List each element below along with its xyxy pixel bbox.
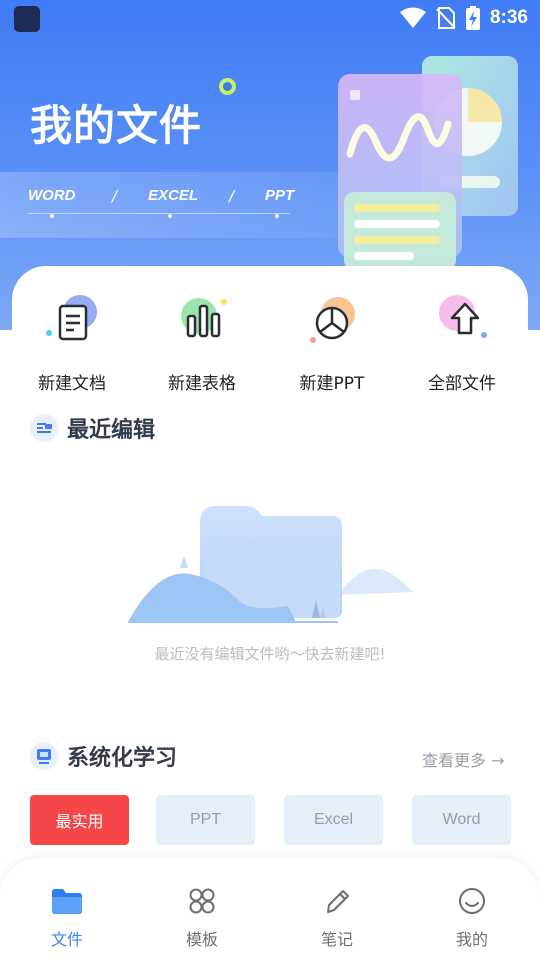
nav-me-label: 我的 bbox=[455, 930, 488, 949]
folder-icon bbox=[52, 889, 82, 914]
learning-section-title: 系统化学习 bbox=[67, 746, 178, 771]
empty-folder-illustration bbox=[128, 506, 413, 623]
decor-ring-icon bbox=[219, 78, 236, 95]
format-dot bbox=[50, 214, 54, 218]
bar-chart-icon bbox=[181, 298, 227, 338]
format-ppt: PPT bbox=[265, 187, 295, 204]
new-ppt-label: 新建PPT bbox=[299, 374, 365, 394]
new-document-label: 新建文档 bbox=[38, 374, 106, 394]
document-icon bbox=[46, 295, 97, 341]
tab-most-useful[interactable]: 最实用 bbox=[30, 795, 129, 845]
all-files-label: 全部文件 bbox=[428, 374, 496, 394]
tab-ppt[interactable]: PPT bbox=[156, 795, 255, 845]
tab-excel[interactable]: Excel bbox=[284, 795, 383, 845]
app-notification-icon bbox=[14, 6, 40, 32]
monitor-icon bbox=[30, 742, 58, 770]
documents-illustration bbox=[338, 56, 518, 270]
learning-section-header: 系统化学习 bbox=[30, 740, 290, 776]
bottom-nav: 文件 模板 笔记 我的 bbox=[0, 858, 540, 960]
new-spreadsheet-label: 新建表格 bbox=[168, 374, 236, 394]
status-indicators: 8:36 bbox=[399, 6, 528, 30]
new-ppt-button[interactable]: 新建PPT bbox=[272, 292, 392, 402]
wifi-icon bbox=[399, 7, 426, 28]
recent-section-title: 最近编辑 bbox=[67, 418, 156, 443]
pie-chart-icon bbox=[310, 297, 355, 343]
upload-arrow-icon bbox=[439, 295, 487, 338]
format-divider bbox=[28, 213, 290, 214]
pencil-icon bbox=[327, 890, 349, 913]
new-document-button[interactable]: 新建文档 bbox=[12, 292, 132, 402]
format-dot bbox=[168, 214, 172, 218]
tab-word[interactable]: Word bbox=[412, 795, 511, 845]
nav-templates[interactable]: 模板 bbox=[135, 858, 269, 960]
nav-notes[interactable]: 笔记 bbox=[270, 858, 404, 960]
format-band bbox=[0, 172, 380, 238]
new-spreadsheet-button[interactable]: 新建表格 bbox=[142, 292, 262, 402]
recent-edit-icon bbox=[30, 414, 58, 442]
all-files-button[interactable]: 全部文件 bbox=[402, 292, 522, 402]
format-dot bbox=[275, 214, 279, 218]
format-separator: / bbox=[229, 187, 235, 205]
quick-actions: 新建文档 新建表格 新建PPT 全部文件 bbox=[12, 292, 528, 402]
format-separator: / bbox=[112, 187, 118, 205]
battery-charging-icon bbox=[465, 6, 480, 30]
smile-icon bbox=[459, 888, 485, 914]
empty-state-text: 最近没有编辑文件哟～快去新建吧! bbox=[154, 645, 386, 663]
status-time: 8:36 bbox=[489, 7, 528, 28]
grid-icon bbox=[189, 888, 215, 914]
page-title: 我的文件 bbox=[30, 101, 203, 150]
no-sim-icon bbox=[436, 7, 456, 29]
nav-files[interactable]: 文件 bbox=[0, 858, 134, 960]
nav-files-label: 文件 bbox=[50, 930, 83, 949]
format-excel: EXCEL bbox=[148, 187, 199, 204]
nav-me[interactable]: 我的 bbox=[405, 858, 539, 960]
recent-section-header: 最近编辑 bbox=[30, 412, 250, 448]
status-bar: 8:36 bbox=[0, 0, 540, 36]
nav-notes-label: 笔记 bbox=[320, 930, 353, 949]
format-word: WORD bbox=[28, 187, 76, 204]
view-more-link[interactable]: 查看更多 → bbox=[422, 747, 505, 771]
nav-templates-label: 模板 bbox=[185, 930, 218, 949]
learning-tabs: 最实用 PPT Excel Word bbox=[30, 795, 512, 845]
